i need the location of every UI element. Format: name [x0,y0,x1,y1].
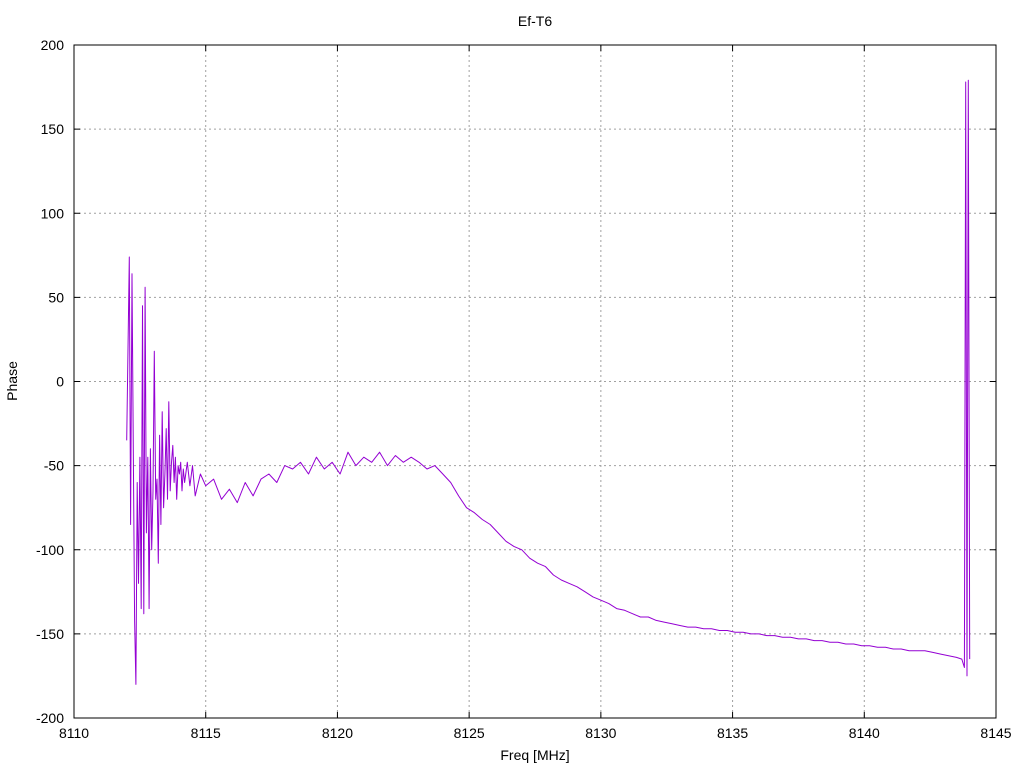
y-tick-label: -50 [44,458,64,474]
x-tick-labels: 8110 8115 8120 8125 8130 8135 8140 8145 [59,725,1012,741]
y-axis-label: Phase [4,361,20,401]
x-tick-label: 8110 [59,725,89,741]
y-tick-label: -150 [36,626,64,642]
chart-title: Ef-T6 [518,13,552,29]
y-tick-label: -100 [36,542,64,558]
x-tick-label: 8145 [980,725,1011,741]
x-tick-label: 8125 [454,725,485,741]
y-tick-label: 150 [41,121,65,137]
phase-chart: 8110 8115 8120 8125 8130 8135 8140 8145 -200 -15… [4,13,1012,763]
series-line [126,79,971,685]
y-tick-label: 50 [48,289,64,305]
x-axis-label: Freq [MHz] [500,747,569,763]
x-tick-label: 8130 [585,725,616,741]
x-tick-label: 8120 [322,725,353,741]
y-tick-labels: -200 -150 -100 -50 0 50 100 150 200 [36,37,64,726]
x-tick-label: 8135 [717,725,748,741]
y-tick-label: 100 [41,205,65,221]
x-tick-label: 8140 [849,725,880,741]
y-tick-label: 0 [56,374,64,390]
x-tick-label: 8115 [191,725,221,741]
grid [74,45,996,718]
y-tick-label: 200 [41,37,65,53]
y-tick-label: -200 [36,710,64,726]
